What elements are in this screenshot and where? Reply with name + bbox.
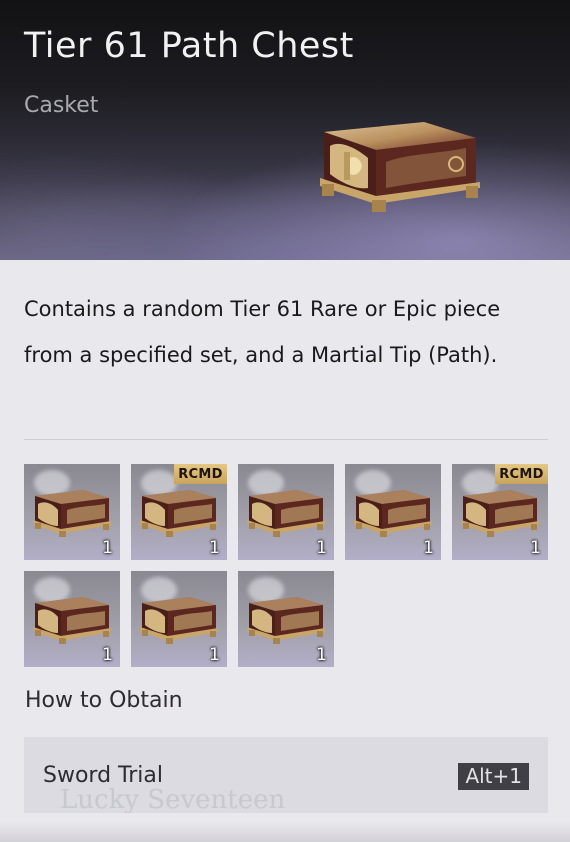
chest-icon — [140, 488, 218, 542]
recommended-badge: RCMD — [495, 464, 548, 484]
reward-item-slot[interactable]: 1 — [131, 571, 227, 667]
chest-icon — [140, 595, 218, 649]
item-count: 1 — [316, 538, 327, 558]
obtain-heading: How to Obtain — [25, 688, 183, 713]
chest-icon — [461, 488, 539, 542]
item-count: 1 — [102, 538, 113, 558]
bottom-fade — [0, 822, 570, 842]
reward-item-slot[interactable]: RCMD 1 — [131, 464, 227, 560]
watermark-text: Lucky Seventeen — [60, 785, 286, 813]
reward-item-slot[interactable]: 1 — [24, 464, 120, 560]
obtain-source-label: Sword Trial — [43, 763, 163, 788]
item-header: Tier 61 Path Chest Casket — [0, 0, 570, 260]
item-title: Tier 61 Path Chest — [24, 26, 354, 66]
divider — [24, 439, 548, 440]
reward-item-slot[interactable]: 1 — [238, 571, 334, 667]
reward-item-slot[interactable]: 1 — [24, 571, 120, 667]
reward-item-slot[interactable]: RCMD 1 — [452, 464, 548, 560]
chest-icon — [33, 595, 111, 649]
reward-item-slot[interactable]: 1 — [238, 464, 334, 560]
chest-icon — [247, 488, 325, 542]
hotkey-badge[interactable]: Alt+1 — [458, 763, 529, 790]
item-count: 1 — [530, 538, 541, 558]
chest-icon — [320, 122, 480, 212]
item-count: 1 — [209, 645, 220, 665]
item-count: 1 — [316, 645, 327, 665]
reward-item-slot[interactable]: 1 — [345, 464, 441, 560]
item-description: Contains a random Tier 61 Rare or Epic p… — [24, 297, 501, 367]
item-count: 1 — [102, 645, 113, 665]
chest-icon — [354, 488, 432, 542]
chest-icon — [33, 488, 111, 542]
item-count: 1 — [423, 538, 434, 558]
obtain-source-row[interactable]: Lucky Seventeen Sword Trial Alt+1 — [24, 737, 548, 813]
item-count: 1 — [209, 538, 220, 558]
recommended-badge: RCMD — [174, 464, 227, 484]
chest-icon — [247, 595, 325, 649]
item-type: Casket — [24, 93, 99, 118]
